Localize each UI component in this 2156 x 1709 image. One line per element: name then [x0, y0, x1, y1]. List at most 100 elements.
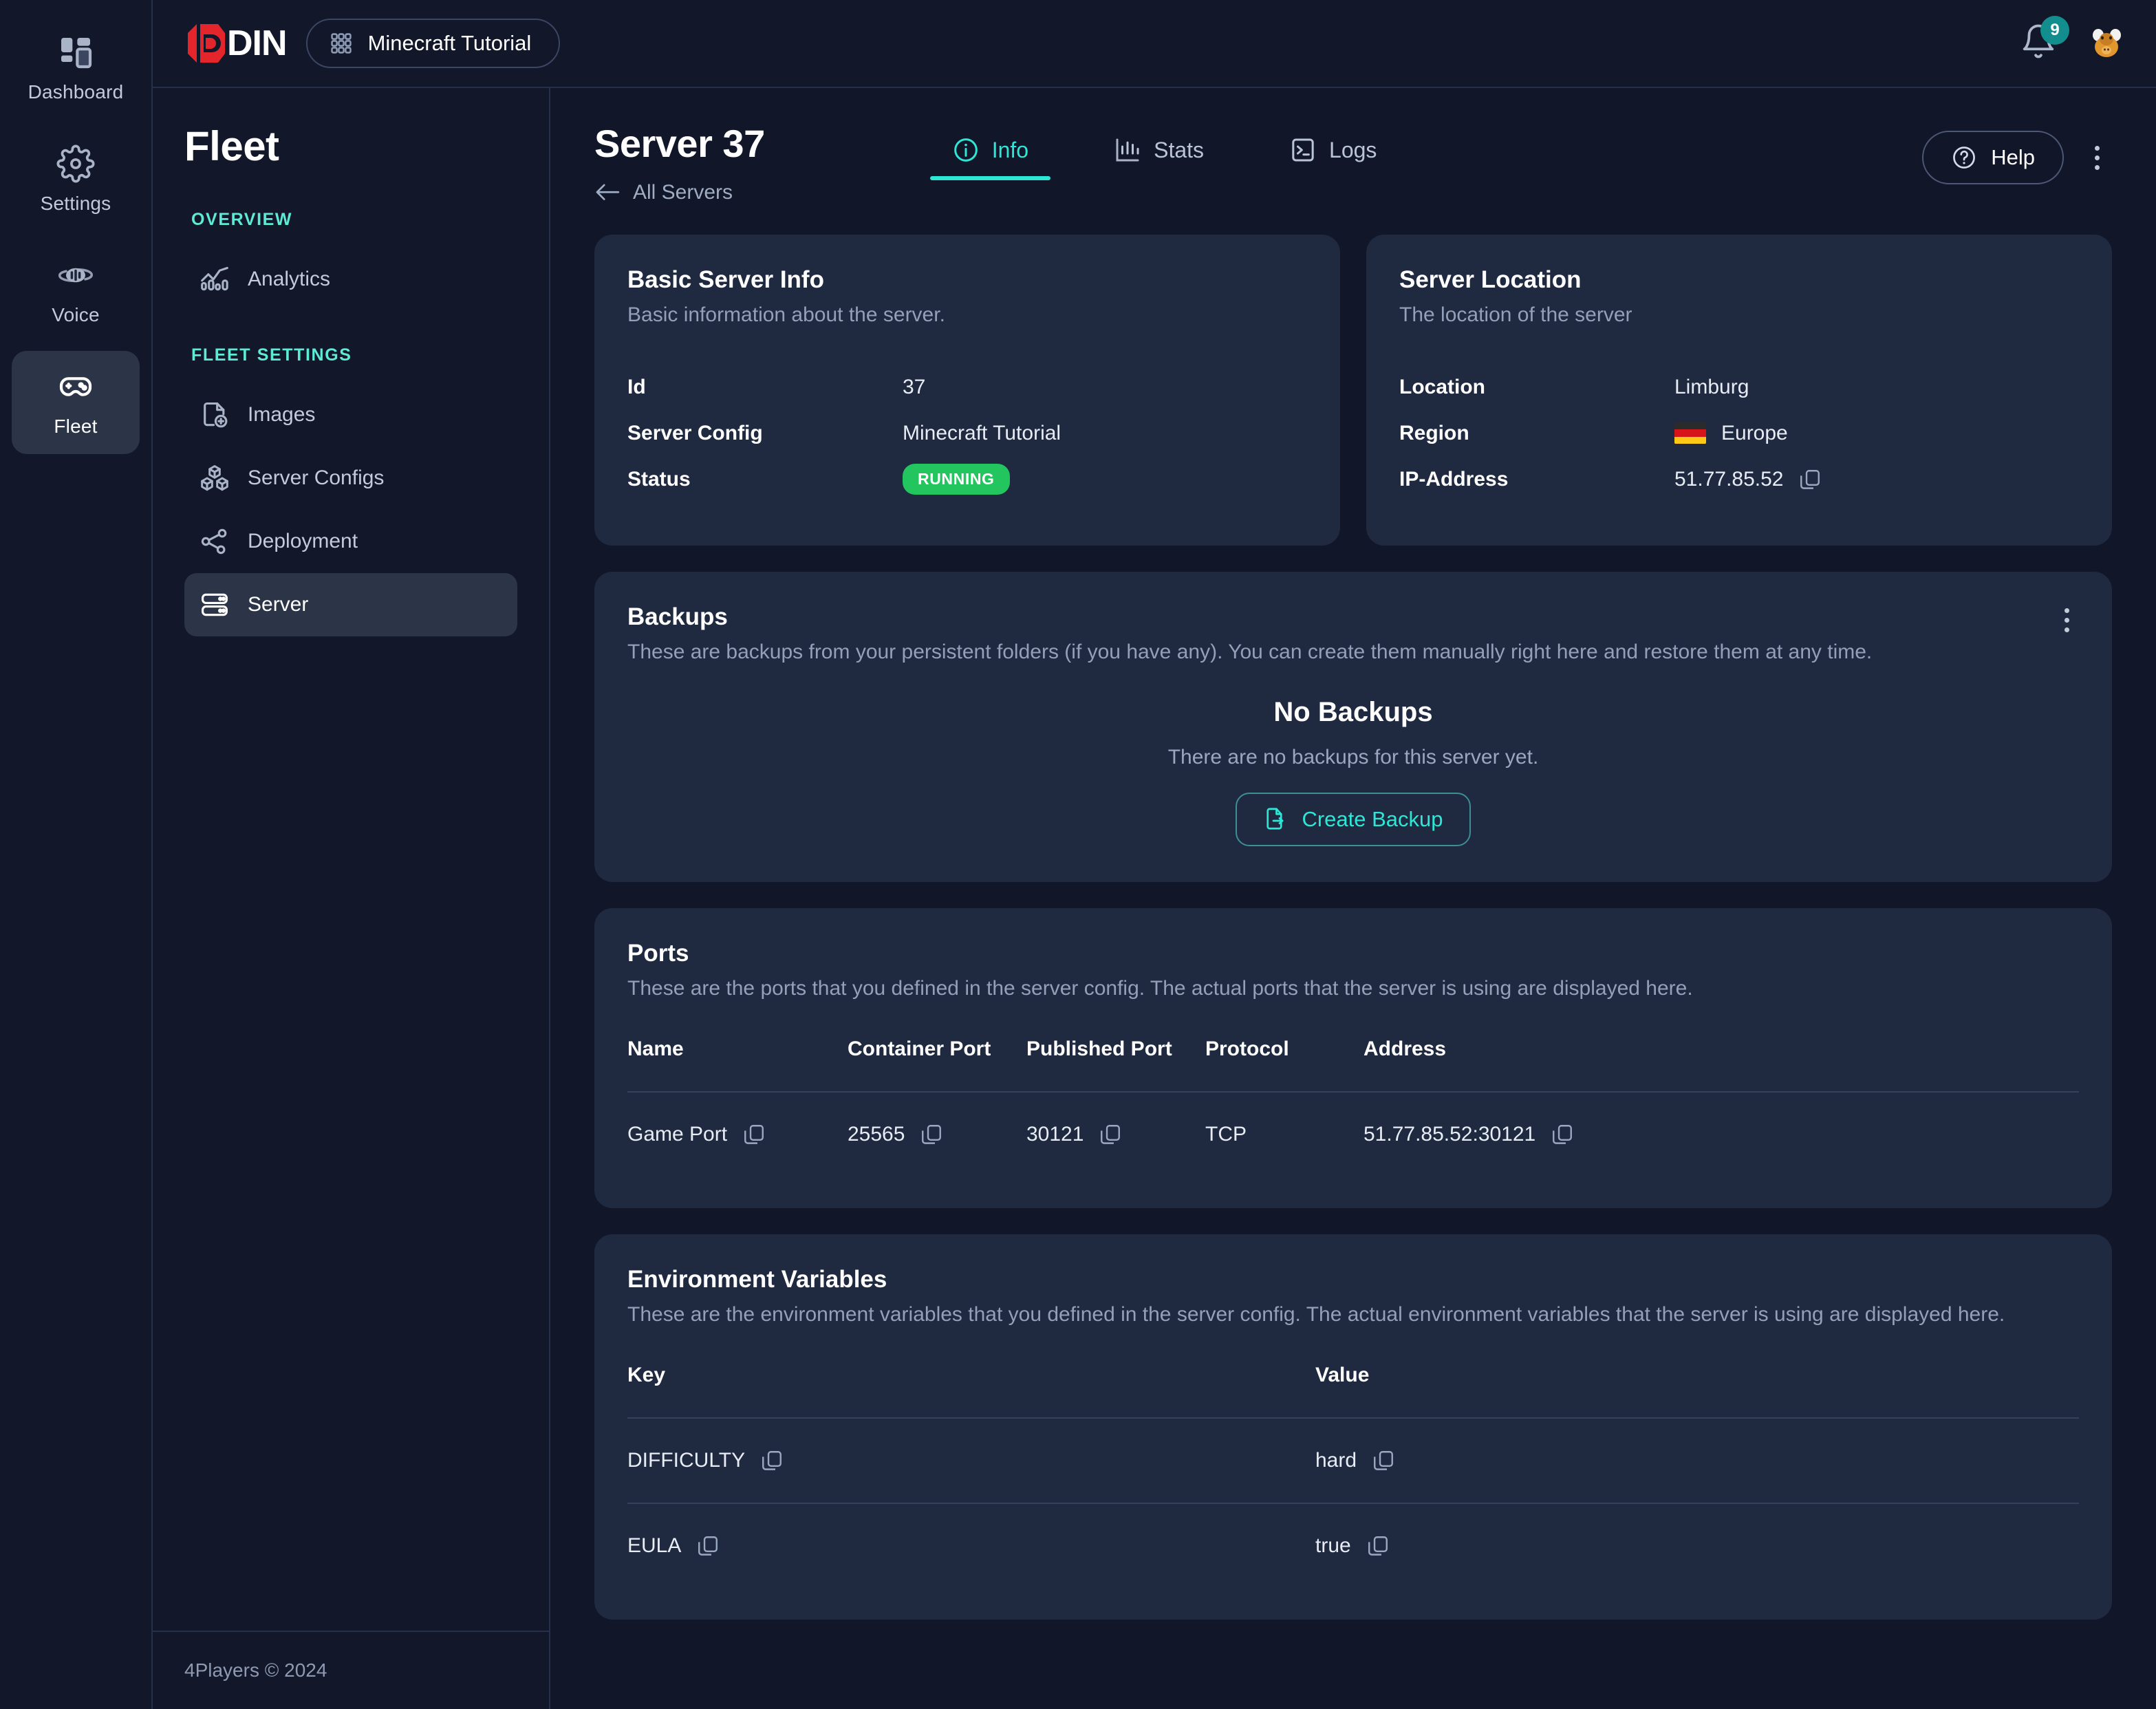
copy-icon[interactable] [1366, 1534, 1390, 1558]
rail-item-fleet[interactable]: Fleet [12, 351, 140, 454]
card-title: Basic Server Info [627, 266, 824, 293]
cell-content: Game Port [627, 1123, 848, 1146]
kebab-dot [2064, 617, 2069, 623]
rail-item-label: Fleet [54, 416, 98, 437]
card-title: Ports [627, 940, 689, 967]
copyright-text: 4Players © 2024 [184, 1659, 327, 1681]
avatar[interactable] [2087, 24, 2126, 63]
ports-table: Name Container Port Published Port Proto… [627, 1038, 2079, 1176]
grid-icon [330, 32, 353, 55]
copy-icon[interactable] [1372, 1449, 1395, 1472]
ip-address-value: 51.77.85.52 [1674, 467, 1784, 491]
create-backup-button[interactable]: Create Backup [1236, 793, 1471, 846]
copy-icon[interactable] [742, 1123, 766, 1146]
env-header-row: Key Value [627, 1364, 2079, 1418]
cell-name: Game Port [627, 1091, 848, 1176]
col-published-port: Published Port [1026, 1038, 1172, 1060]
content-scroll-area[interactable]: Basic Server Info Basic information abou… [550, 204, 2156, 1709]
rail-item-settings[interactable]: Settings [12, 128, 140, 231]
question-circle-icon [1951, 144, 1977, 171]
card-title: Environment Variables [627, 1266, 887, 1293]
notifications-button[interactable]: 9 [2020, 16, 2069, 64]
sidebar-item-server-configs[interactable]: Server Configs [184, 447, 517, 510]
rail-item-label: Settings [40, 193, 111, 214]
col-container-port: Container Port [848, 1038, 991, 1060]
sidebar-item-label: Deployment [248, 530, 358, 552]
rail-item-label: Voice [52, 304, 100, 325]
analytics-icon [200, 264, 230, 294]
card-subtitle: These are the environment variables that… [627, 1303, 2005, 1326]
top-bar: DIN Minecraft Tutorial 9 [153, 0, 2156, 88]
copy-icon[interactable] [920, 1123, 943, 1146]
row-value: RUNNING [903, 464, 1010, 495]
rail-item-dashboard[interactable]: Dashboard [12, 17, 140, 120]
row-value-wrap: Europe [1674, 422, 1788, 445]
port-name-value: Game Port [627, 1123, 728, 1146]
germany-flag-icon [1674, 422, 1706, 444]
info-row-location: Location Limburg [1399, 364, 2079, 410]
kebab-dot [2064, 627, 2069, 632]
ports-table-head: Name Container Port Published Port Proto… [627, 1038, 2079, 1092]
back-to-all-servers[interactable]: All Servers [594, 181, 765, 204]
address-value: 51.77.85.52:30121 [1363, 1123, 1536, 1146]
fleet-sidebar: Fleet OVERVIEW Analytics FLEET SETTINGS … [153, 88, 550, 1709]
env-key-value: DIFFICULTY [627, 1449, 746, 1472]
terminal-icon [1289, 136, 1317, 164]
tab-info[interactable]: Info [929, 133, 1051, 180]
app-root: Dashboard Settings Voice Fleet DIN Minec… [0, 0, 2156, 1709]
backups-more-menu[interactable] [2051, 602, 2082, 638]
backups-card: Backups These are backups from your pers… [594, 572, 2112, 882]
sidebar-item-analytics[interactable]: Analytics [184, 248, 517, 311]
row-value: 37 [903, 375, 926, 398]
sidebar-item-deployment[interactable]: Deployment [184, 510, 517, 573]
copy-icon[interactable] [1798, 468, 1822, 491]
context-selector[interactable]: Minecraft Tutorial [305, 19, 561, 68]
bar-chart-icon [1114, 136, 1141, 164]
tab-label: Stats [1154, 137, 1205, 162]
odin-logo-icon [186, 22, 226, 65]
copy-icon[interactable] [1551, 1123, 1574, 1146]
backups-empty-title: No Backups [1273, 697, 1433, 727]
cell-container-port: 25565 [848, 1091, 1026, 1176]
cell-protocol: TCP [1205, 1091, 1363, 1176]
sidebar-title: Fleet [184, 123, 279, 169]
image-add-icon [200, 400, 230, 430]
page-header: Server 37 All Servers Info Stats Logs He… [550, 88, 2156, 204]
tab-stats[interactable]: Stats [1092, 133, 1226, 180]
copy-icon[interactable] [760, 1449, 784, 1472]
row-key: Status [627, 467, 691, 491]
server-location-card: Server Location The location of the serv… [1366, 235, 2112, 546]
row-key: Region [1399, 421, 1469, 444]
info-row-server-config: Server Config Minecraft Tutorial [627, 410, 1307, 456]
info-row-region: Region Europe [1399, 410, 2079, 456]
sidebar-item-server[interactable]: Server [184, 573, 517, 636]
row-value: Limburg [1674, 375, 1749, 398]
basic-server-info-card: Basic Server Info Basic information abou… [594, 235, 1340, 546]
env-value-text: hard [1315, 1449, 1357, 1472]
cell-env-key: EULA [627, 1503, 1315, 1588]
env-value-text: true [1315, 1534, 1351, 1557]
info-row-status: Status RUNNING [627, 456, 1307, 502]
nav-group-label: OVERVIEW [191, 210, 293, 229]
kebab-dot [2094, 164, 2100, 170]
sidebar-footer: 4Players © 2024 [153, 1631, 549, 1709]
odin-logo[interactable]: DIN [186, 22, 288, 65]
page-more-menu[interactable] [2082, 140, 2112, 175]
nav-group-label: FLEET SETTINGS [191, 345, 352, 365]
copy-icon[interactable] [696, 1534, 720, 1558]
arrow-left-icon [594, 182, 621, 203]
sidebar-item-images[interactable]: Images [184, 383, 517, 447]
rail-item-voice[interactable]: Voice [12, 239, 140, 343]
tab-label: Logs [1329, 137, 1377, 162]
cell-content: hard [1315, 1449, 2079, 1472]
boxes-icon [200, 463, 230, 493]
tab-logs[interactable]: Logs [1267, 133, 1399, 180]
row-value-wrap: 51.77.85.52 [1674, 468, 1822, 491]
published-port-value: 30121 [1026, 1123, 1084, 1146]
kebab-dot [2094, 155, 2100, 160]
copy-icon[interactable] [1099, 1123, 1122, 1146]
help-button[interactable]: Help [1922, 131, 2064, 184]
voice-icon [56, 256, 95, 294]
card-subtitle: The location of the server [1399, 303, 1632, 326]
info-circle-icon [952, 136, 980, 164]
